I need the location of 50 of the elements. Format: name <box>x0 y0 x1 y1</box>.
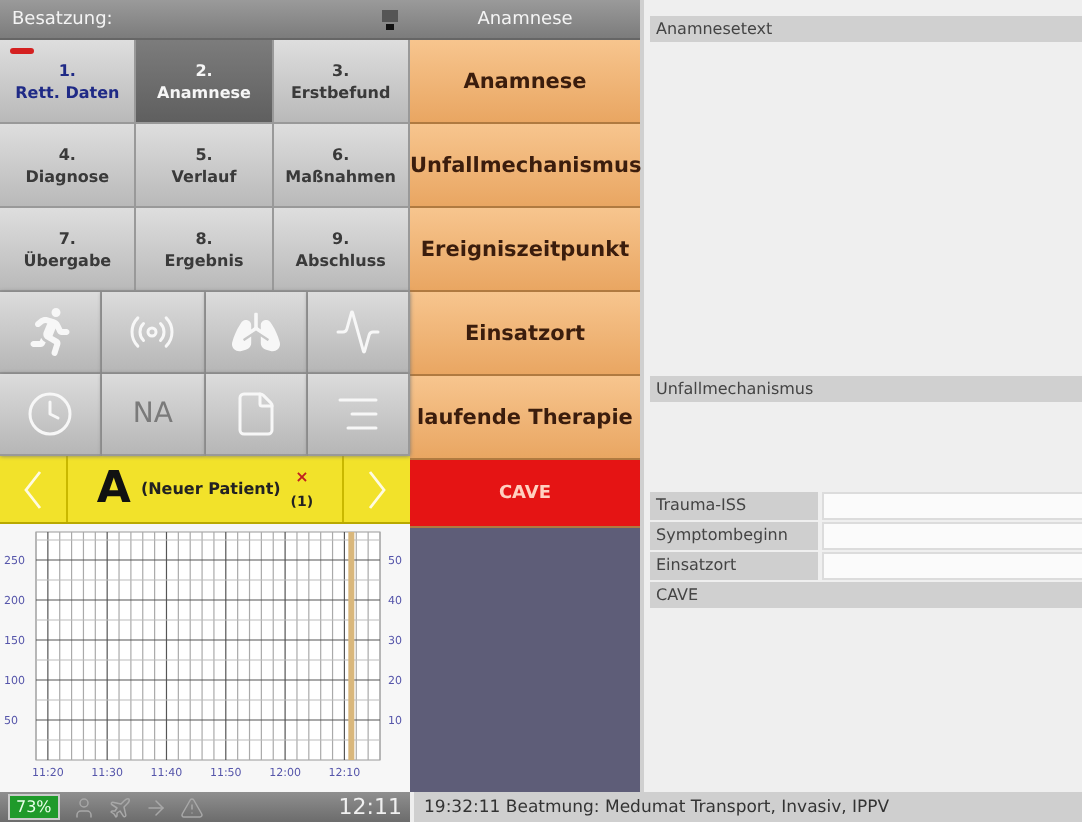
tool-button[interactable] <box>307 374 410 456</box>
field-label: Trauma-ISS <box>650 492 818 521</box>
section-button[interactable]: laufende Therapie <box>410 376 640 460</box>
header-title: Besatzung: <box>12 9 113 29</box>
tool-button[interactable] <box>0 292 103 374</box>
lungs-icon <box>231 308 280 356</box>
input-field[interactable] <box>822 552 1082 581</box>
warning-icon <box>179 795 204 819</box>
tool-button[interactable] <box>0 374 103 456</box>
header-title: Anamnese <box>477 9 573 29</box>
person-icon <box>71 795 96 819</box>
clock-time: 12:11 <box>338 794 402 820</box>
input-field[interactable] <box>822 492 1082 521</box>
chevron-right-icon <box>368 469 386 509</box>
patient-letter: A <box>96 464 131 514</box>
nav-button[interactable]: 2. Anamnese <box>136 40 274 124</box>
section-button[interactable]: Einsatzort <box>410 292 640 376</box>
section-label: CAVE <box>650 582 1082 609</box>
pulse-icon <box>333 308 382 356</box>
patient-marker: × <box>295 468 309 486</box>
arrow-icon <box>143 795 168 819</box>
nav-button[interactable]: 8. Ergebnis <box>136 208 274 292</box>
monitor-icon <box>382 9 398 29</box>
flag-marker <box>10 48 34 54</box>
tool-button[interactable] <box>307 292 410 374</box>
nav-button[interactable]: 1. Rett. Daten <box>0 40 137 124</box>
field-label: Symptombeginn <box>650 522 818 551</box>
nav-button[interactable]: 7. Übergabe <box>0 208 137 292</box>
section-label: Anamnesetext <box>650 16 1082 42</box>
nav-button[interactable]: 5. Verlauf <box>136 124 274 208</box>
section-button[interactable]: Ereigniszeitpunkt <box>410 208 640 292</box>
nav-button[interactable]: 4. Diagnose <box>0 124 137 208</box>
status-message: 19:32:11 Beatmung: Medumat Transport, Invasiv, IPPV <box>410 792 1082 822</box>
tool-button[interactable] <box>205 292 308 374</box>
field-label: Einsatzort <box>650 552 818 581</box>
runner-icon <box>26 308 75 356</box>
nav-button[interactable]: 9. Abschluss <box>273 208 410 292</box>
battery-level: 73% <box>8 794 60 820</box>
chevron-left-icon <box>24 469 42 509</box>
nav-button[interactable]: 6. Maßnahmen <box>273 124 410 208</box>
section-button[interactable]: Anamnese <box>410 40 640 124</box>
patient-name: (Neuer Patient) <box>140 480 281 498</box>
clock-icon <box>26 390 75 438</box>
section-button[interactable]: Unfallmechanismus <box>410 124 640 208</box>
section-label: Unfallmechanismus <box>650 376 1082 403</box>
plane-icon <box>107 795 132 819</box>
tool-button[interactable] <box>102 292 205 374</box>
nav-button[interactable]: 3. Erstbefund <box>273 40 410 124</box>
input-field[interactable] <box>822 522 1082 551</box>
tool-button[interactable] <box>205 374 308 456</box>
